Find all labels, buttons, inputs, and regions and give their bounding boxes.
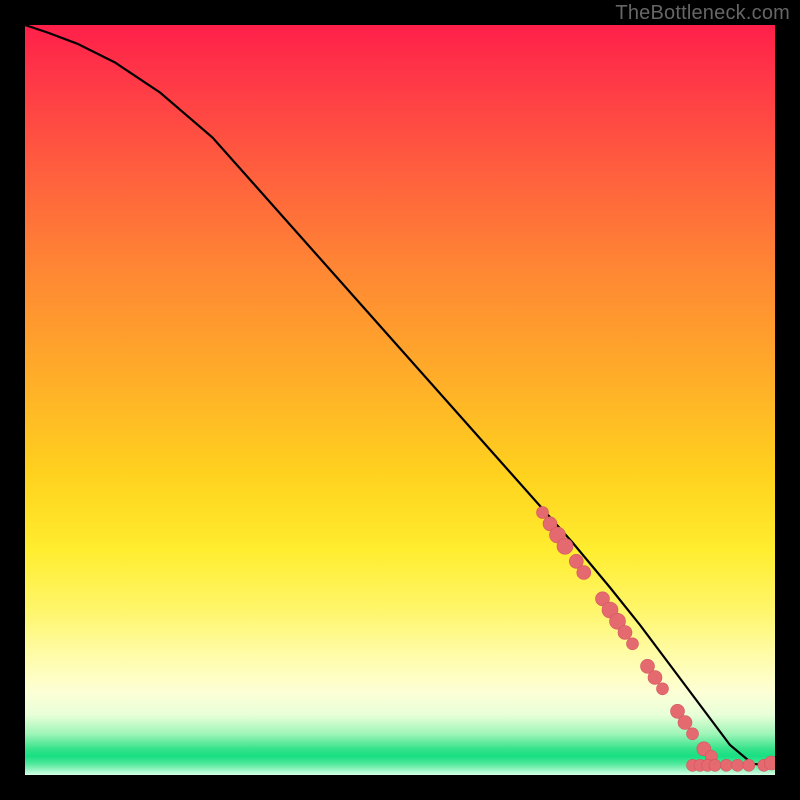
chart-svg (25, 25, 775, 775)
scatter-dot (557, 538, 573, 554)
scatter-dot (618, 626, 632, 640)
scatter-dot (627, 638, 639, 650)
scatter-dot (709, 759, 721, 771)
scatter-dot (577, 566, 591, 580)
scatter-dot (657, 683, 669, 695)
plot-area (25, 25, 775, 775)
curve-line (25, 25, 775, 766)
scatter-dot (743, 759, 755, 771)
scatter-dot (732, 759, 744, 771)
scatter-dots (537, 507, 776, 772)
watermark-text: TheBottleneck.com (615, 2, 790, 25)
scatter-dot (720, 759, 732, 771)
scatter-dot (537, 507, 549, 519)
chart-frame: TheBottleneck.com (0, 0, 800, 800)
scatter-dot (687, 728, 699, 740)
scatter-dot (764, 756, 775, 770)
scatter-dot (648, 671, 662, 685)
scatter-dot (678, 716, 692, 730)
